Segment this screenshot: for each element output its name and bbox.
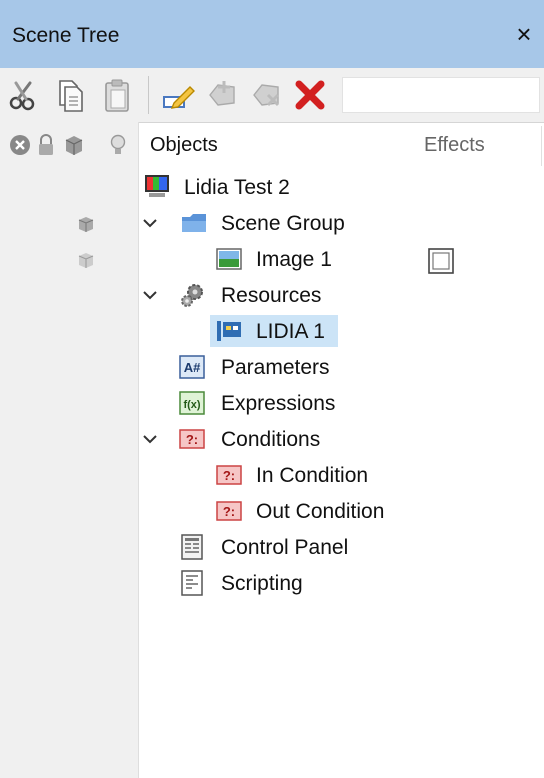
cube-icon[interactable] [62, 133, 86, 157]
tree-item-label: Expressions [221, 392, 336, 415]
scissors-icon[interactable] [6, 77, 42, 113]
tree-item-label: Control Panel [221, 536, 349, 559]
tree-item-label: Out Condition [256, 500, 385, 523]
tree-item-scene-group[interactable]: Scene Group [0, 206, 544, 240]
tree-item-resources[interactable]: Resources [0, 278, 544, 312]
remove-icon[interactable] [248, 77, 284, 113]
title-bar: Scene Tree × [0, 0, 544, 68]
tree-item-parameters[interactable]: A# Parameters [0, 350, 544, 384]
tree-item-label: Scene Group [221, 212, 345, 235]
gears-icon [178, 281, 206, 309]
condition-icon: ?: [215, 461, 243, 489]
delete-icon[interactable] [292, 77, 328, 113]
tree-item-lidia-test-2[interactable]: Lidia Test 2 [0, 170, 544, 204]
tree-item-label: Scripting [221, 572, 303, 595]
chevron-down-icon[interactable] [141, 286, 159, 304]
rename-icon[interactable] [160, 77, 196, 113]
resource-icon [215, 317, 243, 345]
tree-item-scripting[interactable]: Scripting [0, 566, 544, 600]
close-button[interactable]: × [510, 20, 538, 48]
scripting-icon [178, 569, 206, 597]
tree-item-in-condition[interactable]: ?: In Condition [0, 458, 544, 492]
lock-icon[interactable] [34, 133, 58, 157]
effect-frame-icon[interactable] [426, 246, 456, 276]
tree-item-control-panel[interactable]: Control Panel [0, 530, 544, 564]
expressions-icon: f(x) [178, 389, 206, 417]
tree-item-label: LIDIA 1 [256, 320, 325, 343]
toolbar [0, 68, 544, 123]
conditions-badge: ?: [186, 432, 198, 447]
condition-badge: ?: [223, 504, 235, 519]
conditions-icon: ?: [178, 425, 206, 453]
tree-item-label: Conditions [221, 428, 321, 451]
tree-item-label: Parameters [221, 356, 330, 379]
tree-item-expressions[interactable]: f(x) Expressions [0, 386, 544, 420]
light-icon[interactable] [106, 133, 130, 157]
toolbar-separator [148, 76, 149, 114]
condition-icon: ?: [215, 497, 243, 525]
tree-item-label: Image 1 [256, 248, 332, 271]
condition-badge: ?: [223, 468, 235, 483]
column-separator [541, 126, 542, 166]
expressions-badge: f(x) [183, 399, 200, 411]
image-icon [215, 245, 243, 273]
add-icon[interactable] [204, 77, 240, 113]
paste-icon[interactable] [100, 77, 136, 113]
effects-column-header[interactable]: Effects [424, 134, 485, 157]
objects-column-header[interactable]: Objects [150, 134, 218, 157]
tree-item-lidia-1[interactable]: LIDIA 1 [0, 314, 544, 348]
tree-item-label: Resources [221, 284, 322, 307]
copy-icon[interactable] [52, 77, 88, 113]
visibility-icon[interactable] [8, 133, 32, 157]
tree-item-label: Lidia Test 2 [184, 176, 290, 199]
tree-item-conditions[interactable]: ?: Conditions [0, 422, 544, 456]
tree-item-label: In Condition [256, 464, 369, 487]
window-title: Scene Tree [12, 24, 120, 47]
search-input[interactable] [342, 77, 540, 113]
control-panel-icon [178, 533, 206, 561]
tree-item-image-1[interactable]: Image 1 [0, 242, 544, 276]
folder-icon [180, 209, 208, 237]
tree-item-out-condition[interactable]: ?: Out Condition [0, 494, 544, 528]
scene-monitor-icon [143, 172, 171, 200]
chevron-down-icon[interactable] [141, 214, 159, 232]
chevron-down-icon[interactable] [141, 430, 159, 448]
parameters-badge: A# [184, 360, 201, 375]
parameters-icon: A# [178, 353, 206, 381]
